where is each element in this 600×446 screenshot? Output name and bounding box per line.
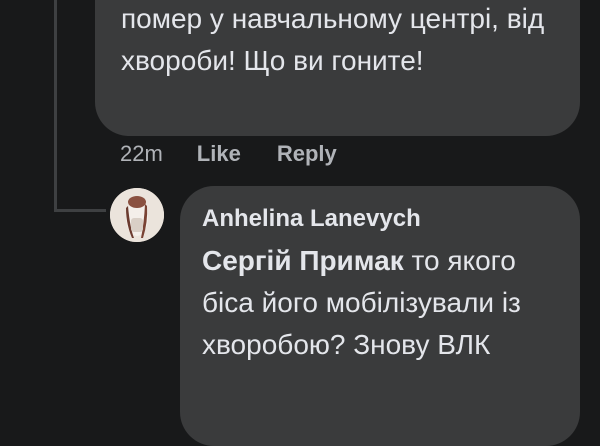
- reply-comment-bubble: Anhelina Lanevych Сергій Примак то якого…: [180, 186, 580, 446]
- mention-link[interactable]: Сергій Примак: [202, 245, 404, 276]
- avatar[interactable]: [110, 188, 164, 242]
- comment-timestamp[interactable]: 22m: [120, 141, 163, 167]
- reply-comment-text: Сергій Примак то якого біса його мобіліз…: [202, 240, 547, 366]
- previous-comment-text: помер у навчальному центрі, від хвороби!…: [121, 3, 545, 76]
- avatar-photo-icon: [110, 188, 164, 242]
- thread-connector-branch: [54, 209, 106, 212]
- reply-button[interactable]: Reply: [277, 141, 337, 167]
- comment-author-name[interactable]: Anhelina Lanevych: [202, 204, 580, 234]
- comment-actions: 22m Like Reply: [120, 141, 337, 167]
- like-button[interactable]: Like: [197, 141, 241, 167]
- previous-comment-bubble: помер у навчальному центрі, від хвороби!…: [95, 0, 580, 136]
- thread-connector-line: [54, 0, 57, 212]
